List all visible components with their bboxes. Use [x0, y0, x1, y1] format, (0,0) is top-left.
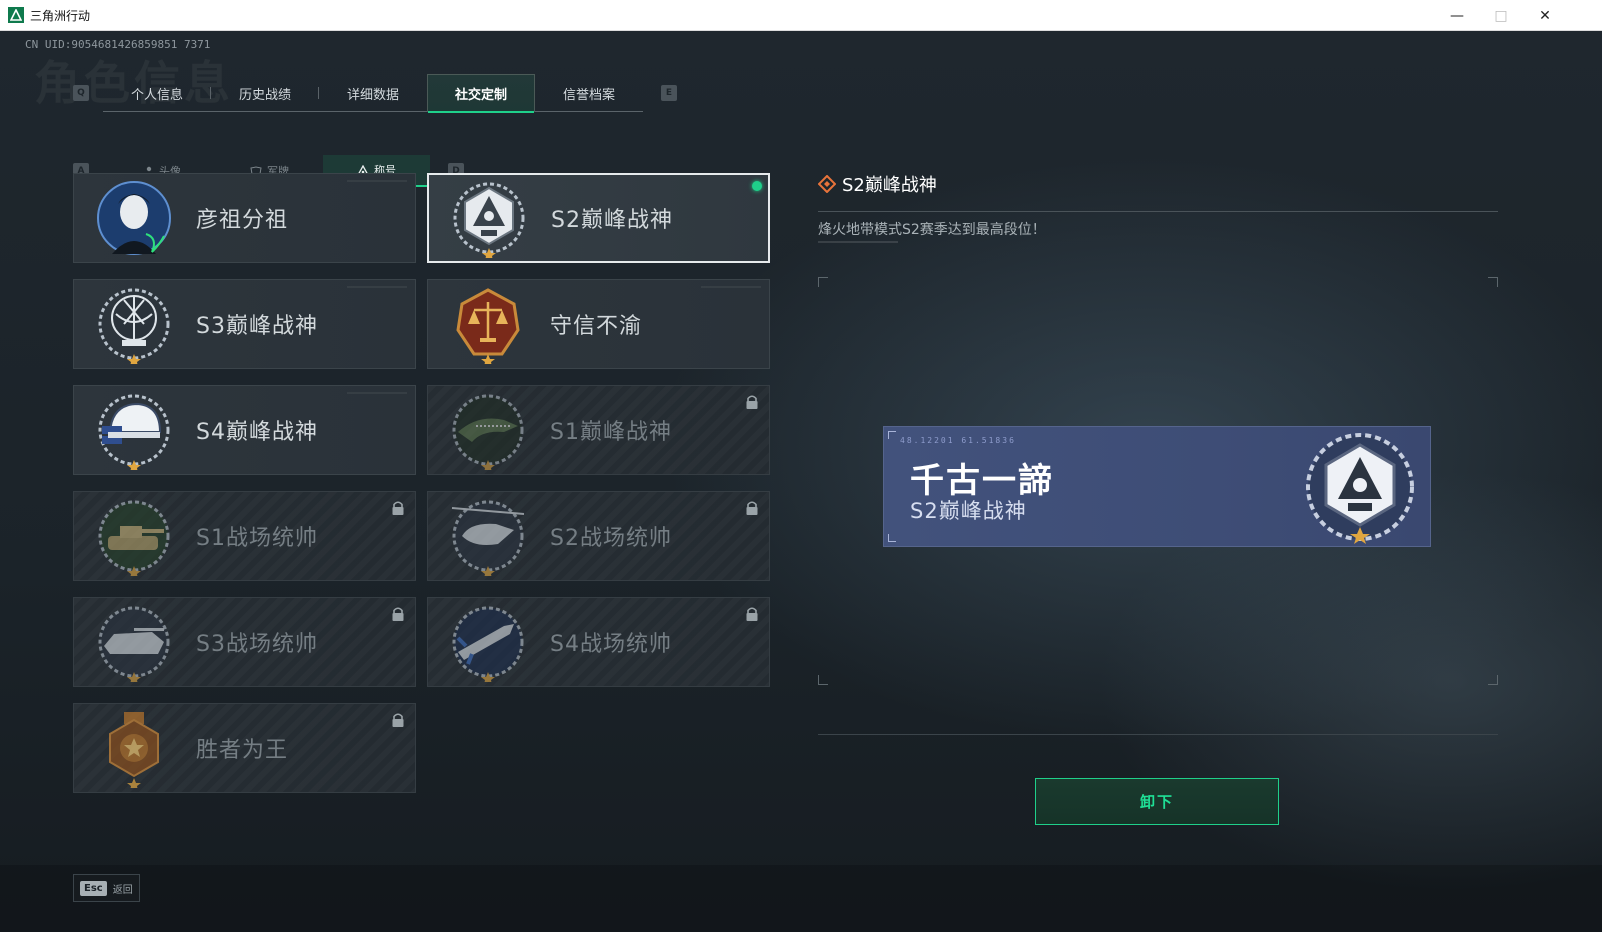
- title-card-s1-peak-god[interactable]: S1巅峰战神: [427, 385, 770, 475]
- tab-history[interactable]: 历史战绩: [211, 74, 319, 112]
- window-titlebar: 三角洲行动 — □ ✕: [0, 0, 1602, 31]
- tab-label: 信誉档案: [562, 87, 615, 103]
- scales-globe-emblem: [98, 288, 170, 364]
- crocodile-emblem: [452, 394, 524, 470]
- nameplate-code: 48.12201 61.51836: [900, 436, 1016, 445]
- lock-icon: [746, 501, 758, 515]
- close-icon[interactable]: ✕: [1522, 0, 1568, 31]
- detail-decoration: [818, 241, 898, 243]
- title-card-s4-battlefield-commander[interactable]: S4战场统帅: [427, 597, 770, 687]
- minimize-icon[interactable]: —: [1434, 0, 1480, 31]
- title-name: S3巅峰战神: [196, 314, 318, 339]
- detail-header: S2巅峰战神: [818, 171, 937, 197]
- nameplate-title: S2巅峰战神: [910, 499, 1027, 523]
- detail-divider: [818, 211, 1498, 212]
- title-name: S1战场统帅: [196, 526, 318, 551]
- title-name: 彦祖分祖: [196, 208, 289, 233]
- tank-emblem: [98, 500, 170, 576]
- title-card-yanzu[interactable]: 彦祖分祖: [73, 173, 416, 263]
- lock-icon: [392, 607, 404, 621]
- equipped-indicator: [752, 181, 762, 191]
- maximize-icon[interactable]: □: [1478, 0, 1524, 31]
- title-card-s4-peak-god[interactable]: S4巅峰战神: [73, 385, 416, 475]
- portrait-emblem: [97, 181, 171, 255]
- armored-vehicle-emblem: [98, 606, 170, 682]
- title-card-s1-battlefield-commander[interactable]: S1战场统帅: [73, 491, 416, 581]
- window-title: 三角洲行动: [30, 8, 91, 23]
- diamond-marker-icon: [818, 175, 836, 193]
- tab-next-key-hint[interactable]: E: [661, 85, 677, 101]
- tab-personal-info[interactable]: 个人信息: [103, 74, 211, 112]
- helmet-emblem: [98, 394, 170, 470]
- lock-icon: [746, 395, 758, 409]
- tab-label: 历史战绩: [238, 87, 291, 103]
- tab-prev-key-hint[interactable]: Q: [73, 85, 89, 101]
- tab-detailed-data[interactable]: 详细数据: [319, 74, 427, 112]
- justice-scales-emblem: [456, 288, 520, 364]
- title-name: 守信不渝: [550, 314, 643, 339]
- title-card-s3-peak-god[interactable]: S3巅峰战神: [73, 279, 416, 369]
- title-card-s3-battlefield-commander[interactable]: S3战场统帅: [73, 597, 416, 687]
- peak-god-emblem: [453, 182, 525, 258]
- panel-bottom-divider: [818, 734, 1498, 735]
- back-label: 返回: [112, 884, 133, 896]
- peak-god-emblem: [1306, 433, 1414, 544]
- main-tabs: Q 个人信息 历史战绩 详细数据 社交定制 信誉档案 E: [73, 74, 677, 113]
- unequip-button[interactable]: 卸下: [1035, 778, 1279, 825]
- title-name: S2战场统帅: [550, 526, 672, 551]
- medal-emblem: [109, 712, 159, 788]
- account-uid: CN UID:9054681426859851 7371: [25, 38, 211, 51]
- app-logo-icon: [8, 7, 24, 23]
- title-name: S1巅峰战神: [550, 420, 672, 445]
- nameplate-preview: 48.12201 61.51836 千古一諦 S2巅峰战神: [883, 426, 1431, 547]
- title-card-keep-faith[interactable]: 守信不渝: [427, 279, 770, 369]
- title-card-s2-peak-god[interactable]: S2巅峰战神: [427, 173, 770, 263]
- tab-social-custom[interactable]: 社交定制: [427, 74, 535, 113]
- tab-label: 个人信息: [130, 87, 183, 103]
- title-name: S2巅峰战神: [551, 208, 673, 233]
- helicopter-emblem: [451, 500, 525, 576]
- title-name: S3战场统帅: [196, 632, 318, 657]
- lock-icon: [746, 607, 758, 621]
- footer-bar: [0, 865, 1602, 932]
- tab-label: 详细数据: [346, 87, 399, 103]
- lock-icon: [392, 713, 404, 727]
- lock-icon: [392, 501, 404, 515]
- detail-title-name: S2巅峰战神: [842, 175, 937, 196]
- title-name: S4巅峰战神: [196, 420, 318, 445]
- tab-label: 社交定制: [454, 88, 507, 103]
- missile-emblem: [452, 606, 524, 682]
- detail-description: 烽火地带模式S2赛季达到最高段位！: [818, 222, 1046, 238]
- game-viewport: 角色信息 CN UID:9054681426859851 7371 Q 个人信息…: [0, 31, 1602, 932]
- tab-reputation[interactable]: 信誉档案: [535, 74, 643, 112]
- back-button[interactable]: Esc 返回: [73, 874, 140, 902]
- esc-key-hint: Esc: [80, 880, 107, 896]
- title-name: 胜者为王: [196, 738, 289, 763]
- title-card-winner-is-king[interactable]: 胜者为王: [73, 703, 416, 793]
- title-name: S4战场统帅: [550, 632, 672, 657]
- title-card-s2-battlefield-commander[interactable]: S2战场统帅: [427, 491, 770, 581]
